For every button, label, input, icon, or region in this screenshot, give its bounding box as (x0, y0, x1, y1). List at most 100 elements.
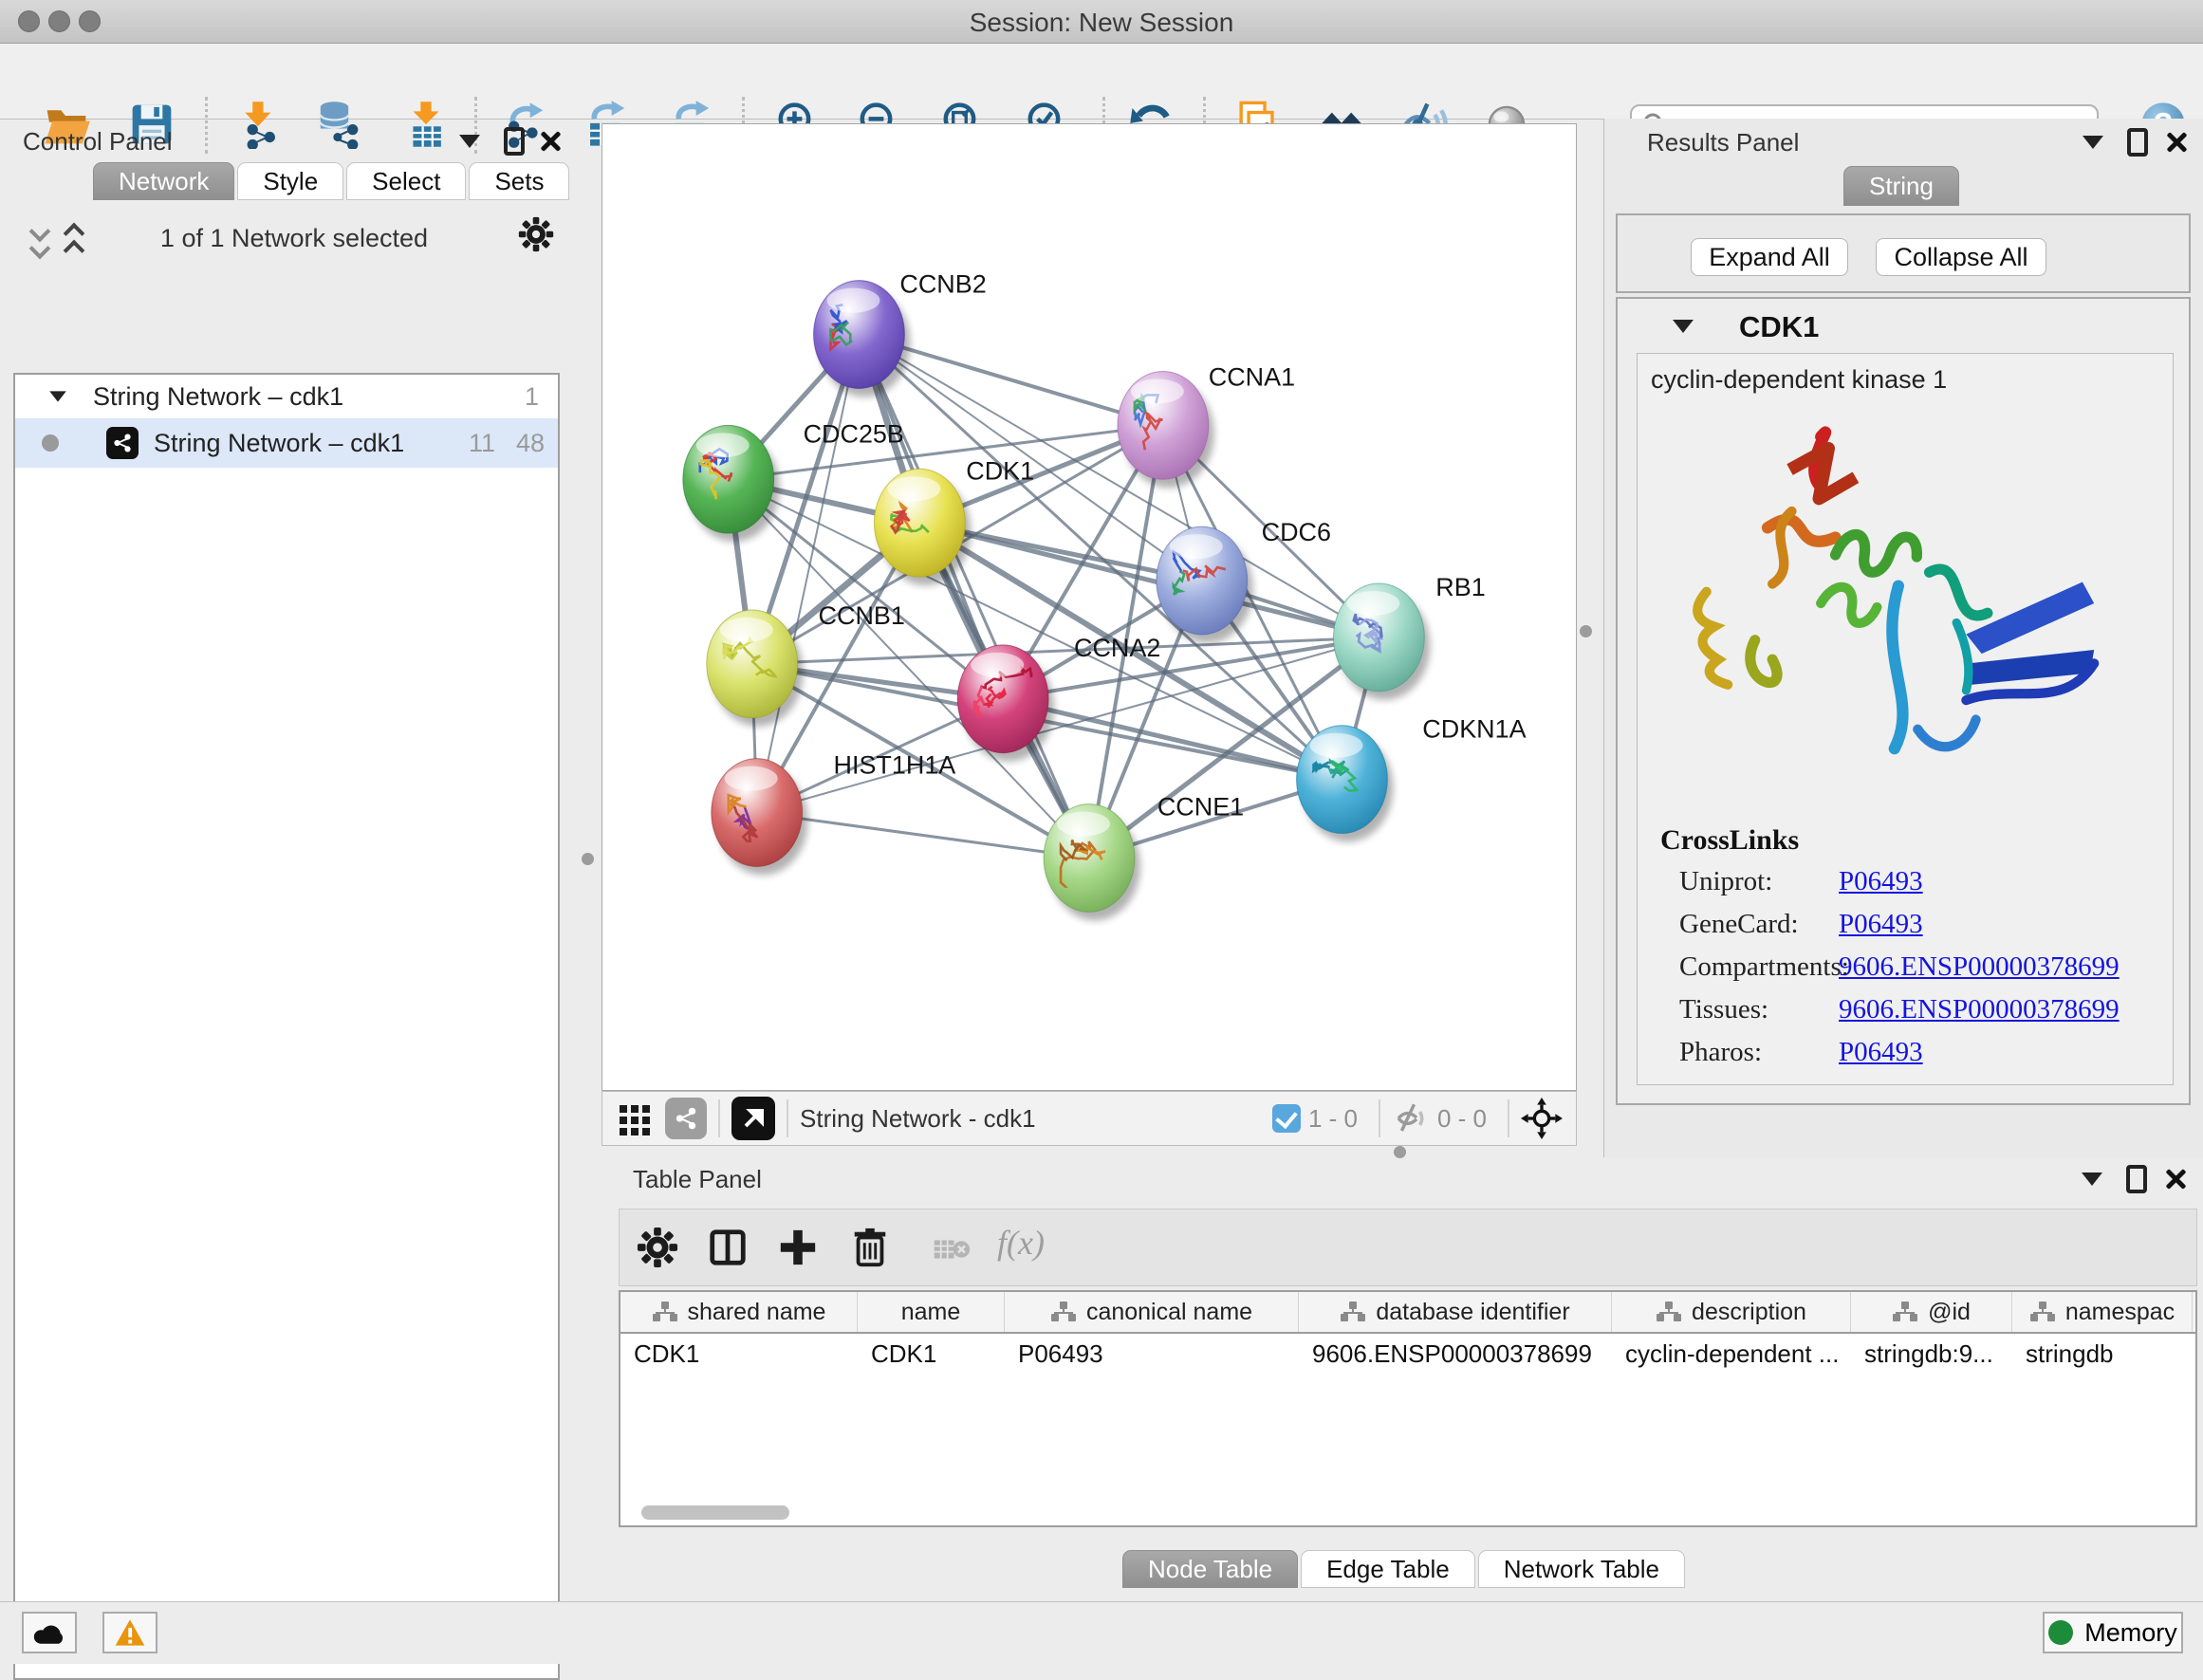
table-cell[interactable]: stringdb:9... (1851, 1334, 2012, 1375)
network-node-RB1[interactable]: RB1 (1333, 573, 1485, 700)
panel-close-icon[interactable] (2164, 130, 2189, 155)
birdseye-view-icon[interactable] (731, 1097, 775, 1140)
network-options-gear-icon[interactable] (518, 216, 554, 252)
network-edge[interactable] (859, 335, 1089, 858)
tab-network-table[interactable]: Network Table (1478, 1550, 1685, 1588)
table-cell[interactable]: cyclin-dependent ... (1612, 1334, 1851, 1375)
crosslink-link[interactable]: P06493 (1839, 866, 1923, 896)
column-header-database-identifier[interactable]: database identifier (1299, 1292, 1612, 1332)
panel-float-icon[interactable] (2126, 1165, 2147, 1193)
collapse-all-icon[interactable] (32, 222, 47, 261)
network-node-CCNA2[interactable]: CCNA2 (957, 634, 1160, 762)
node-label: CCNA2 (1074, 634, 1160, 662)
crosslinks-title: CrossLinks (1660, 824, 1799, 857)
crosslink-value: P06493 (1839, 909, 1923, 940)
tree-expand-icon[interactable] (49, 391, 66, 401)
network-node-HIST1H1A[interactable]: HIST1H1A (712, 751, 956, 876)
tab-string[interactable]: String (1843, 166, 1959, 206)
warning-icon (114, 1617, 146, 1648)
memory-label: Memory (2084, 1618, 2177, 1648)
footer-separator (787, 1099, 788, 1137)
hidden-count: 0 - 0 (1437, 1104, 1487, 1134)
expand-all-icon[interactable] (66, 226, 82, 263)
pan-crosshair-icon[interactable] (1521, 1098, 1563, 1139)
selected-checkbox-icon[interactable] (1272, 1104, 1301, 1133)
column-header-canonical-name[interactable]: canonical name (1005, 1292, 1299, 1332)
tab-sets[interactable]: Sets (469, 162, 569, 200)
panel-close-icon[interactable] (538, 129, 563, 154)
tab-style[interactable]: Style (237, 162, 343, 200)
crosslink-link[interactable]: P06493 (1839, 1037, 1923, 1067)
network-view-icon[interactable] (665, 1098, 707, 1139)
crosslink-label: Tissues: (1679, 994, 1768, 1025)
network-canvas[interactable]: CCNB2CCNA1CDC25BCDK1CDC6RB1CCNB1CCNA2CDK… (602, 123, 1577, 1091)
warnings-button[interactable] (102, 1612, 157, 1653)
panel-float-icon[interactable] (504, 127, 525, 156)
table-row[interactable]: CDK1CDK1P064939606.ENSP00000378699cyclin… (620, 1334, 2195, 1375)
network-selection-status: 1 of 1 Network selected (114, 224, 474, 253)
column-header-namespac[interactable]: namespac (2012, 1292, 2193, 1332)
panel-float-icon[interactable] (2127, 128, 2148, 157)
table-toolbar: f(x) (619, 1209, 2197, 1286)
tab-edge-table[interactable]: Edge Table (1301, 1550, 1475, 1588)
node-table[interactable]: shared namenamecanonical namedatabase id… (619, 1290, 2197, 1527)
network-node-CDKN1A[interactable]: CDKN1A (1297, 715, 1527, 842)
horizontal-scrollbar[interactable] (641, 1505, 789, 1520)
memory-button[interactable]: Memory (2043, 1612, 2183, 1653)
table-cell[interactable]: 9606.ENSP00000378699 (1299, 1334, 1612, 1375)
column-header-description[interactable]: description (1612, 1292, 1851, 1332)
network-collection-row[interactable]: String Network – cdk1 1 (15, 375, 558, 418)
crosslink-link[interactable]: P06493 (1839, 909, 1923, 939)
panel-menu-icon[interactable] (459, 135, 480, 148)
network-node-CDK1[interactable]: CDK1 (874, 456, 1034, 585)
collapse-all-button[interactable]: Collapse All (1876, 238, 2046, 276)
node-label: CDKN1A (1422, 715, 1526, 744)
grid-view-icon[interactable] (618, 1101, 652, 1135)
footer-network-name: String Network - cdk1 (800, 1104, 1036, 1134)
network-node-CDC25B[interactable]: CDC25B (683, 419, 904, 542)
splitter-handle[interactable] (582, 853, 594, 865)
network-node-count: 11 (469, 429, 495, 458)
panel-menu-icon[interactable] (2082, 1172, 2102, 1186)
network-node-CCNE1[interactable]: CCNE1 (1044, 793, 1244, 921)
gene-symbol: CDK1 (1739, 310, 1819, 344)
column-header-shared-name[interactable]: shared name (620, 1292, 858, 1332)
hidden-eye-slash-icon (1392, 1099, 1430, 1137)
column-header-@id[interactable]: @id (1851, 1292, 2012, 1332)
splitter-handle[interactable] (1580, 625, 1592, 637)
collection-count: 1 (525, 382, 539, 412)
string-results-controls: Expand All Collapse All (1616, 213, 2191, 293)
main-toolbar: ? (0, 44, 2203, 120)
table-options-gear-icon[interactable] (637, 1227, 678, 1268)
node-label: CCNE1 (1157, 793, 1244, 822)
automation-status-button[interactable] (22, 1612, 77, 1653)
network-row[interactable]: String Network – cdk1 11 48 (15, 418, 558, 468)
tab-select[interactable]: Select (346, 162, 466, 200)
node-label: CCNB1 (819, 601, 905, 630)
tab-node-table[interactable]: Node Table (1122, 1550, 1298, 1588)
network-edge[interactable] (757, 335, 860, 813)
control-panel-tabs: NetworkStyleSelectSets (93, 162, 569, 200)
table-cell[interactable]: stringdb (2012, 1334, 2193, 1375)
show-columns-icon[interactable] (707, 1227, 749, 1268)
panel-close-icon[interactable] (2163, 1167, 2188, 1191)
node-label: CDK1 (966, 456, 1034, 485)
network-node-CDC6[interactable]: CDC6 (1157, 518, 1331, 643)
table-cell[interactable]: CDK1 (858, 1334, 1005, 1375)
network-graph[interactable]: CCNB2CCNA1CDC25BCDK1CDC6RB1CCNB1CCNA2CDK… (602, 124, 1576, 1090)
table-cell[interactable]: CDK1 (620, 1334, 858, 1375)
crosslink-link[interactable]: 9606.ENSP00000378699 (1839, 994, 2120, 1025)
tab-network[interactable]: Network (93, 162, 234, 200)
network-edge[interactable] (757, 637, 1379, 813)
delete-column-icon[interactable] (849, 1227, 891, 1268)
add-column-icon[interactable] (777, 1227, 819, 1268)
crosslink-link[interactable]: 9606.ENSP00000378699 (1839, 951, 2120, 982)
table-cell[interactable]: P06493 (1005, 1334, 1299, 1375)
expand-all-button[interactable]: Expand All (1691, 238, 1848, 276)
gene-detail-card: cyclin-dependent kinase 1 CrossLinks (1637, 353, 2174, 1085)
footer-separator (1379, 1099, 1380, 1137)
panel-menu-icon[interactable] (2083, 136, 2103, 149)
network-node-CCNB2[interactable]: CCNB2 (814, 270, 987, 397)
gene-collapse-icon[interactable] (1673, 320, 1694, 333)
column-header-name[interactable]: name (858, 1292, 1005, 1332)
